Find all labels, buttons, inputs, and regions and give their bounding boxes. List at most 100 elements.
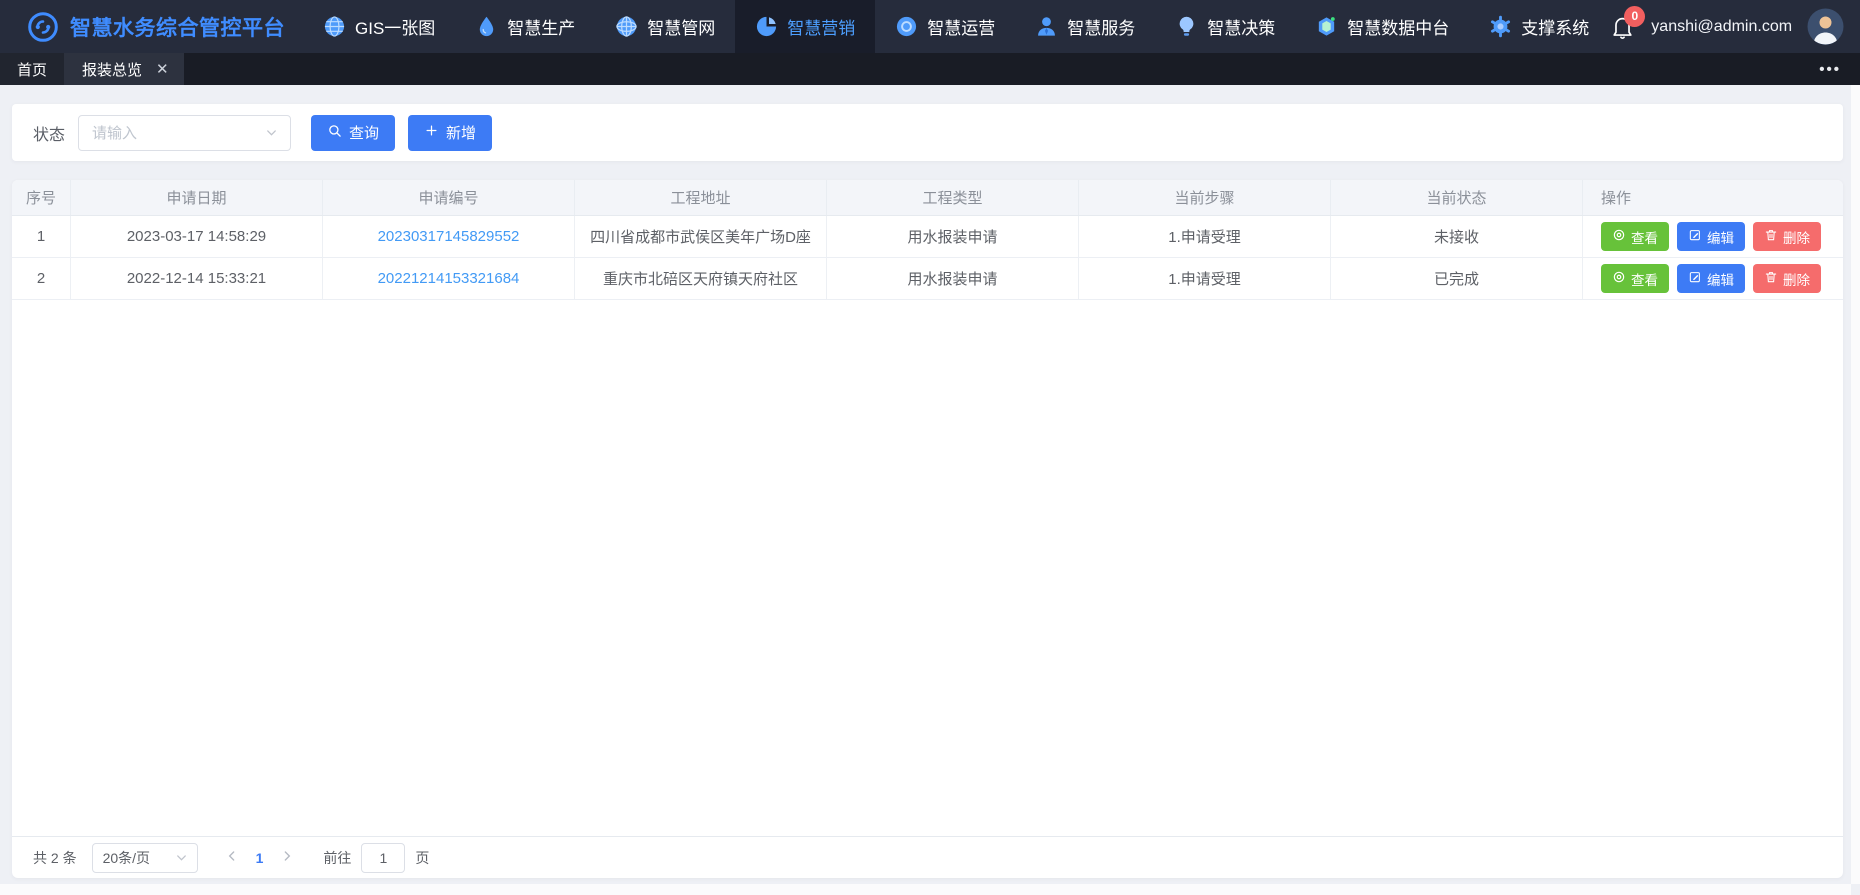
gear-icon — [1489, 15, 1512, 38]
nav-item-decision[interactable]: 智慧决策 — [1155, 0, 1295, 53]
cell-apply-date: 2023-03-17 14:58:29 — [71, 216, 323, 257]
status-badge: 未接收 — [1331, 216, 1583, 257]
nav-item-label: 智慧营销 — [787, 14, 855, 39]
nav-item-label: 支撑系统 — [1521, 14, 1589, 39]
tab-install-overview[interactable]: 报装总览 ✕ — [64, 53, 184, 85]
tab-label: 首页 — [17, 59, 47, 80]
pie-chart-icon — [755, 15, 778, 38]
delete-button[interactable]: 删除 — [1753, 264, 1821, 293]
top-header: 智慧水务综合管控平台 GIS一张图 智慧生产 智慧管网 — [0, 0, 1860, 53]
lightbulb-icon — [1175, 15, 1198, 38]
status-label: 状态 — [33, 121, 65, 145]
col-actions: 操作 — [1583, 180, 1843, 215]
col-current-step: 当前步骤 — [1079, 180, 1331, 215]
nav-item-support-system[interactable]: 支撑系统 — [1469, 0, 1609, 53]
col-apply-number: 申请编号 — [323, 180, 575, 215]
pager-next-button[interactable] — [279, 848, 295, 867]
page-unit-label: 页 — [415, 848, 429, 868]
nav-item-production[interactable]: 智慧生产 — [455, 0, 595, 53]
query-button[interactable]: 查询 — [311, 115, 395, 151]
notification-badge: 0 — [1624, 6, 1645, 27]
tab-bar: 首页 报装总览 ✕ ••• — [0, 53, 1860, 85]
pager-prev-button[interactable] — [224, 848, 240, 867]
close-icon[interactable]: ✕ — [156, 62, 169, 77]
delete-button[interactable]: 删除 — [1753, 222, 1821, 251]
vertical-scrollbar[interactable] — [1851, 85, 1860, 884]
view-button[interactable]: 查看 — [1601, 222, 1669, 251]
table-row: 1 2023-03-17 14:58:29 20230317145829552 … — [12, 216, 1843, 258]
nav-item-label: 智慧服务 — [1067, 14, 1135, 39]
horizontal-scrollbar[interactable] — [0, 884, 1851, 895]
ellipsis-icon: ••• — [1819, 61, 1841, 78]
nav-item-label: 智慧数据中台 — [1347, 14, 1449, 39]
edit-button[interactable]: 编辑 — [1677, 264, 1745, 293]
main-nav: GIS一张图 智慧生产 智慧管网 智慧营销 — [303, 0, 1609, 53]
main-content: 状态 请输入 查询 新增 序号 — [0, 85, 1860, 878]
nav-item-marketing[interactable]: 智慧营销 — [735, 0, 875, 53]
pagination-bar: 共 2 条 20条/页 1 前往 页 — [12, 836, 1843, 878]
nav-item-data-platform[interactable]: 智慧数据中台 — [1295, 0, 1469, 53]
tab-label: 报装总览 — [82, 59, 142, 80]
filter-bar: 状态 请输入 查询 新增 — [12, 104, 1843, 161]
tabs-more-button[interactable]: ••• — [1819, 53, 1841, 85]
nav-item-service[interactable]: 智慧服务 — [1015, 0, 1155, 53]
table-header-row: 序号 申请日期 申请编号 工程地址 工程类型 当前步骤 当前状态 操作 — [12, 180, 1843, 216]
bell-icon — [1609, 27, 1636, 44]
operation-disc-icon — [895, 15, 918, 38]
water-drop-icon — [475, 15, 498, 38]
col-project-type: 工程类型 — [827, 180, 1079, 215]
goto-page-input[interactable] — [361, 843, 405, 873]
globe-icon — [323, 15, 346, 38]
nav-item-label: 智慧运营 — [927, 14, 995, 39]
data-shield-icon — [1315, 15, 1338, 38]
eye-icon — [1612, 228, 1626, 245]
trash-icon — [1764, 228, 1778, 245]
application-number-link[interactable]: 20221214153321684 — [378, 270, 520, 287]
chevron-down-icon — [264, 125, 279, 140]
col-seq: 序号 — [12, 180, 71, 215]
nav-item-label: GIS一张图 — [355, 14, 435, 39]
pager-page-1[interactable]: 1 — [256, 850, 264, 866]
page-size-select[interactable]: 20条/页 — [92, 843, 198, 873]
nav-item-pipe-network[interactable]: 智慧管网 — [595, 0, 735, 53]
plus-icon — [424, 123, 439, 142]
cell-project-type: 用水报装申请 — [827, 258, 1079, 299]
add-button[interactable]: 新增 — [408, 115, 492, 151]
status-select[interactable]: 请输入 — [78, 115, 291, 151]
table-empty-area — [12, 300, 1843, 836]
trash-icon — [1764, 270, 1778, 287]
brand: 智慧水务综合管控平台 — [0, 0, 295, 53]
chevron-down-icon — [174, 850, 189, 865]
chevron-right-icon — [279, 848, 295, 867]
user-area: 0 yanshi@admin.com — [1609, 0, 1860, 53]
cell-seq: 1 — [12, 216, 71, 257]
page-size-value: 20条/页 — [103, 848, 150, 868]
edit-icon — [1688, 270, 1702, 287]
notification-button[interactable]: 0 — [1609, 13, 1636, 40]
application-number-link[interactable]: 20230317145829552 — [378, 228, 520, 245]
view-button[interactable]: 查看 — [1601, 264, 1669, 293]
user-email: yanshi@admin.com — [1651, 18, 1792, 36]
cell-seq: 2 — [12, 258, 71, 299]
status-select-placeholder: 请输入 — [92, 122, 137, 143]
col-apply-date: 申请日期 — [71, 180, 323, 215]
cell-current-step: 1.申请受理 — [1079, 258, 1331, 299]
page-title: 智慧水务综合管控平台 — [70, 12, 285, 42]
applications-table: 序号 申请日期 申请编号 工程地址 工程类型 当前步骤 当前状态 操作 1 20… — [12, 180, 1843, 878]
cell-project-type: 用水报装申请 — [827, 216, 1079, 257]
edit-icon — [1688, 228, 1702, 245]
nav-item-gis[interactable]: GIS一张图 — [303, 0, 455, 53]
search-icon — [327, 123, 342, 142]
cell-current-step: 1.申请受理 — [1079, 216, 1331, 257]
water-logo-icon — [27, 11, 59, 43]
nav-item-operation[interactable]: 智慧运营 — [875, 0, 1015, 53]
nav-item-label: 智慧生产 — [507, 14, 575, 39]
app-root: 智慧水务综合管控平台 GIS一张图 智慧生产 智慧管网 — [0, 0, 1860, 895]
nav-item-label: 智慧决策 — [1207, 14, 1275, 39]
edit-button[interactable]: 编辑 — [1677, 222, 1745, 251]
chevron-left-icon — [224, 848, 240, 867]
user-avatar[interactable] — [1807, 8, 1844, 45]
tab-home[interactable]: 首页 — [0, 53, 64, 85]
total-count: 共 2 条 — [33, 848, 77, 868]
service-person-icon — [1035, 15, 1058, 38]
